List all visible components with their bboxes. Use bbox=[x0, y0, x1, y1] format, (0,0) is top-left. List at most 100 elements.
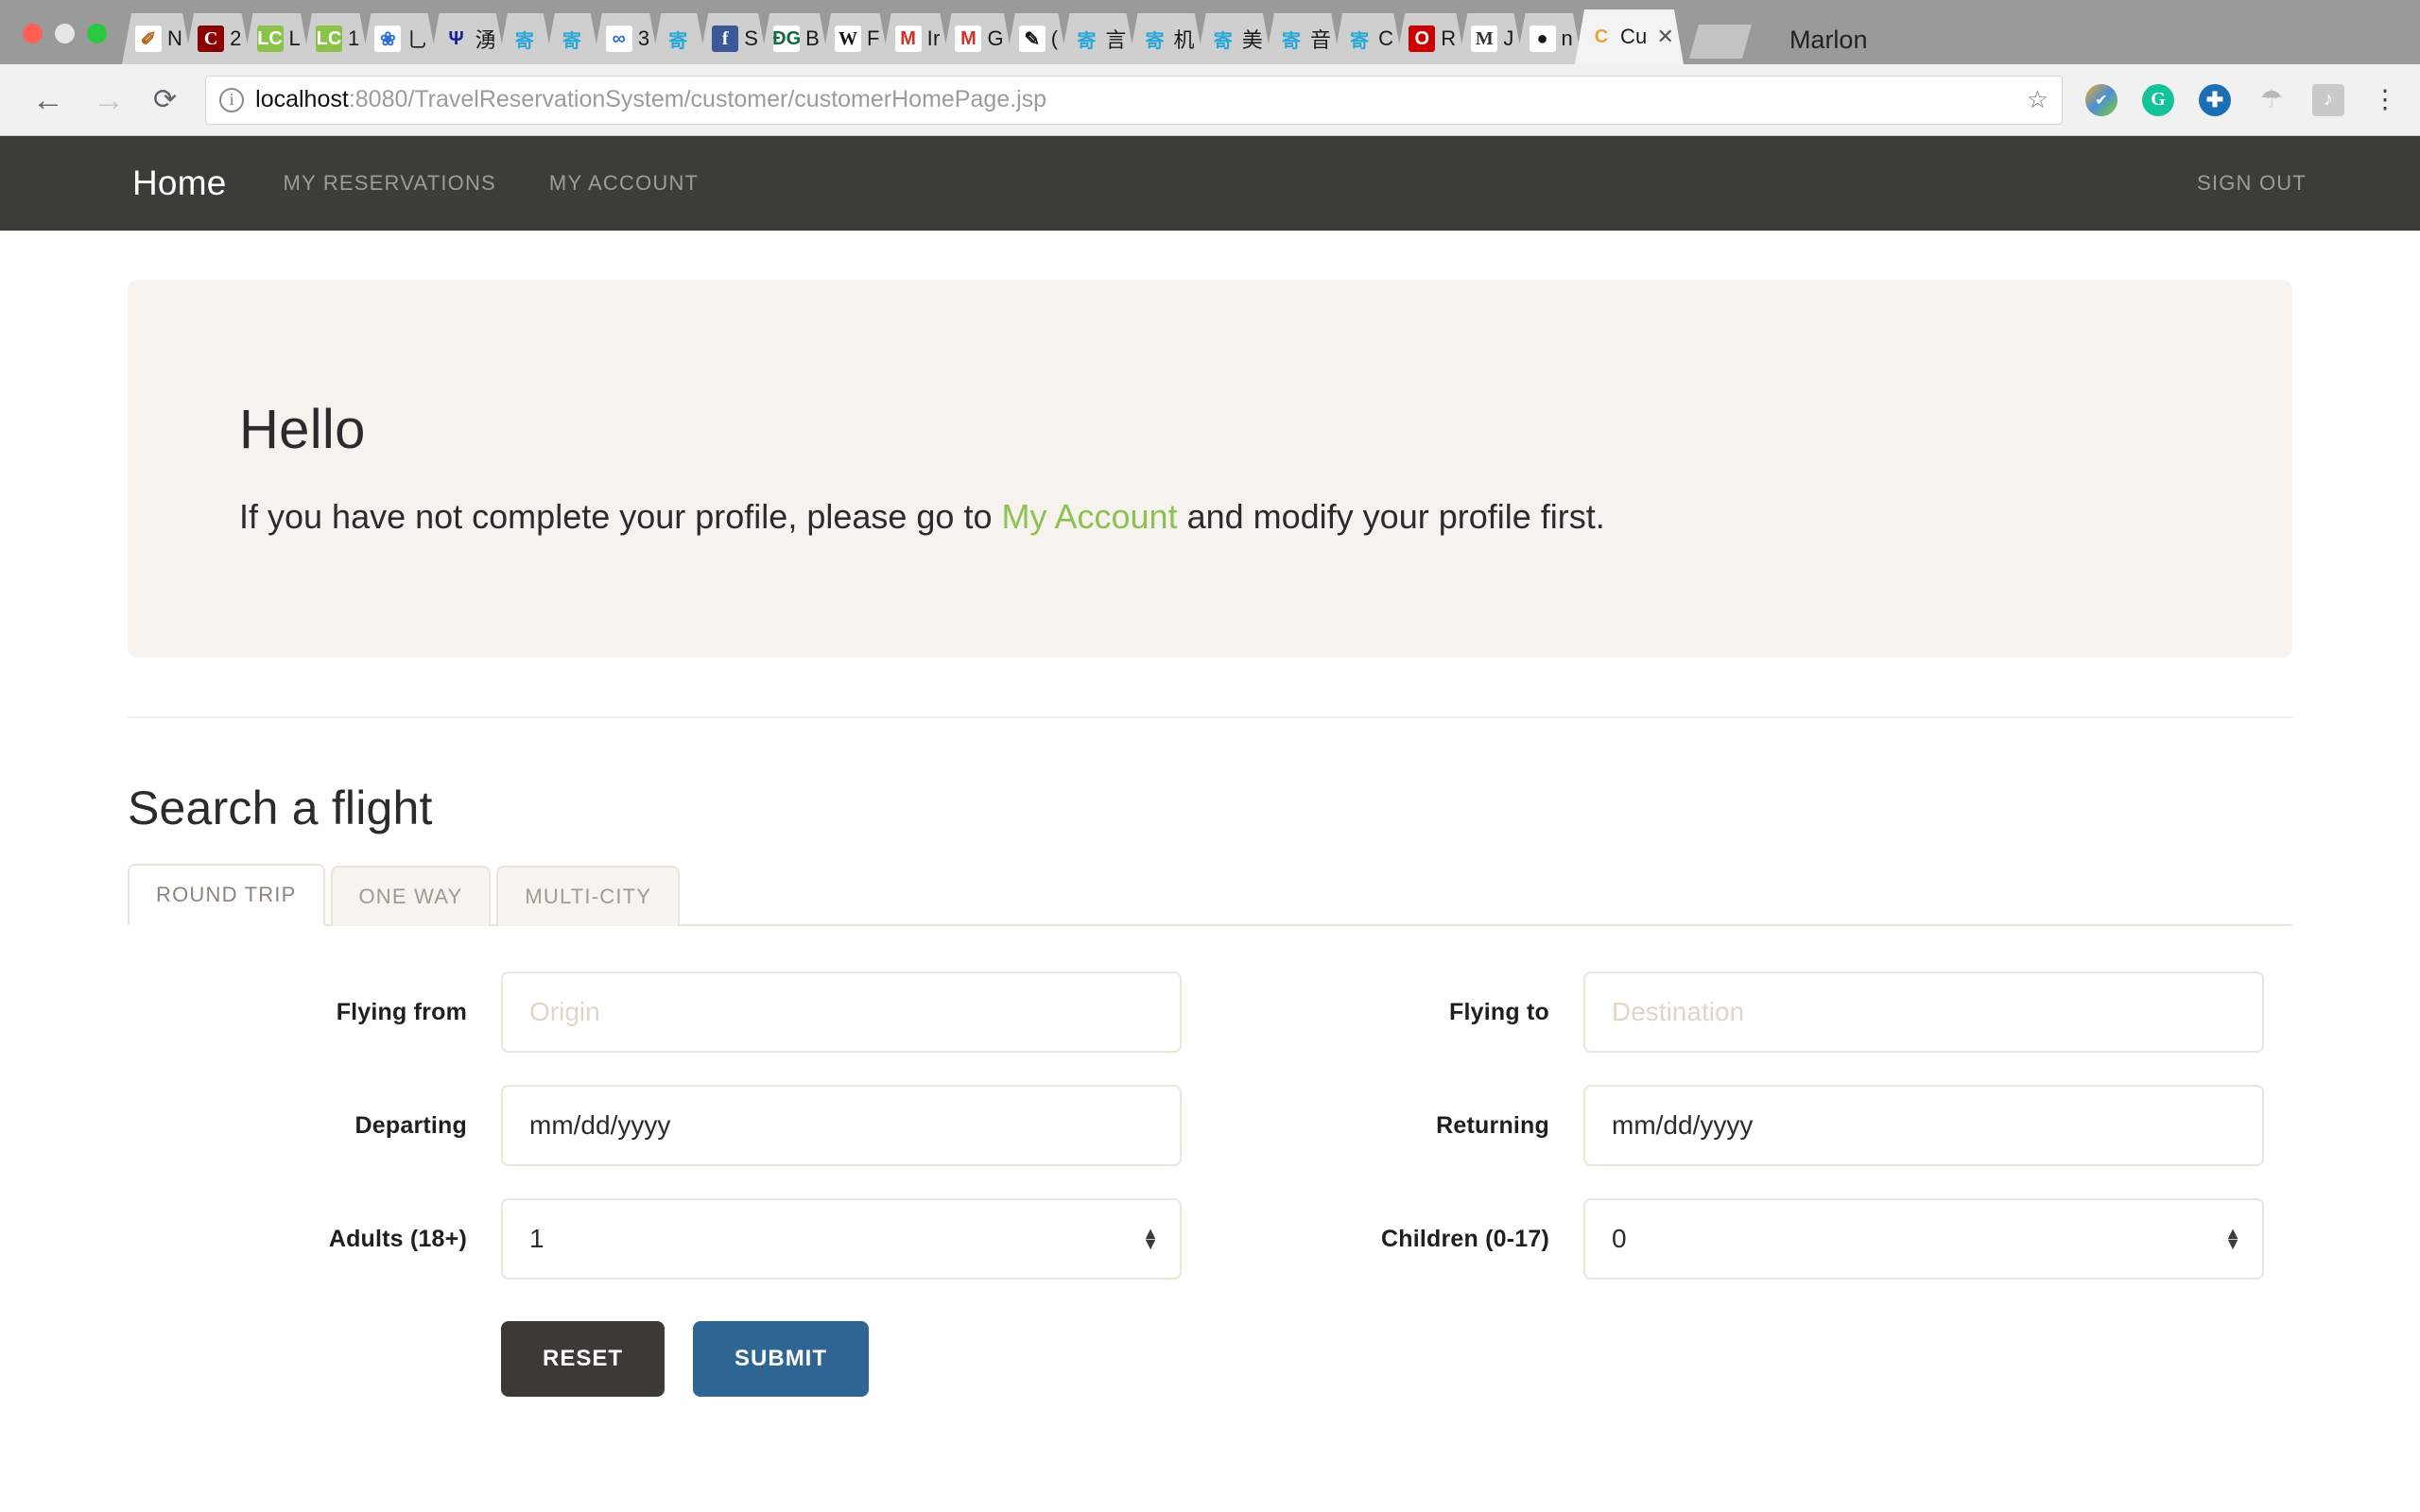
nav-item-my-account[interactable]: MY ACCOUNT bbox=[549, 171, 699, 196]
stepper-arrows-icon[interactable]: ▲ ▼ bbox=[1142, 1225, 1159, 1252]
tab-one-way[interactable]: ONE WAY bbox=[330, 866, 492, 926]
grammarly-extension-icon[interactable]: G bbox=[2142, 83, 2174, 116]
address-bar[interactable]: i localhost:8080/TravelReservationSystem… bbox=[205, 75, 2063, 125]
select-adults[interactable]: 1 ▲ ▼ bbox=[501, 1198, 1182, 1280]
select-children[interactable]: 0 ▲ ▼ bbox=[1583, 1198, 2264, 1280]
browser-tab[interactable]: LC 1 bbox=[302, 13, 369, 64]
browser-tab-label: 2 bbox=[230, 26, 242, 50]
close-window-button[interactable] bbox=[23, 24, 43, 43]
bookmark-star-icon[interactable]: ☆ bbox=[2027, 85, 2048, 114]
browser-tab[interactable]: 寄音 bbox=[1265, 13, 1340, 64]
zhihu-icon: 寄 bbox=[1350, 30, 1370, 52]
browser-tab[interactable]: fS bbox=[699, 13, 768, 64]
browser-tab-label: 湧 bbox=[475, 28, 496, 52]
browser-tab[interactable]: Ψ湧 bbox=[430, 13, 506, 64]
address-bar-url: localhost:8080/TravelReservationSystem/c… bbox=[255, 86, 1046, 113]
reset-button[interactable]: RESET bbox=[501, 1321, 666, 1397]
add-extension-icon[interactable]: ✚ bbox=[2199, 83, 2231, 116]
window-traffic-lights bbox=[8, 24, 122, 64]
my-account-link[interactable]: My Account bbox=[1001, 497, 1177, 536]
parachute-extension-icon[interactable]: ☂ bbox=[2256, 84, 2288, 116]
form-row-dates: Departing mm/dd/yyyy Returning mm/dd/yyy… bbox=[128, 1085, 2292, 1166]
browser-tab-label: 机 bbox=[1173, 28, 1195, 52]
browser-tab[interactable]: MJ bbox=[1458, 13, 1523, 64]
browser-tab[interactable]: LC L bbox=[244, 13, 310, 64]
browser-tab[interactable]: ● n bbox=[1516, 13, 1582, 64]
browser-tab[interactable]: ❀ 乚 bbox=[361, 13, 437, 64]
browser-tab[interactable]: WF bbox=[821, 13, 890, 64]
input-flying-to[interactable]: Destination bbox=[1583, 971, 2264, 1053]
chrome-menu-icon[interactable]: ⋮ bbox=[2369, 84, 2401, 116]
leetcode-icon: LC bbox=[316, 26, 342, 52]
browser-tab[interactable]: 寄美 bbox=[1197, 13, 1272, 64]
browser-tab[interactable]: 寄言 bbox=[1060, 13, 1135, 64]
browser-toolbar: ← → ⟳ i localhost:8080/TravelReservation… bbox=[0, 64, 2420, 136]
stepper-arrows-icon[interactable]: ▲ ▼ bbox=[2224, 1225, 2241, 1252]
greeting-message: If you have not complete your profile, p… bbox=[239, 495, 2181, 540]
browser-tab-label: F bbox=[867, 26, 880, 50]
tab-round-trip[interactable]: ROUND TRIP bbox=[128, 864, 325, 926]
submit-button[interactable]: SUBMIT bbox=[693, 1321, 870, 1397]
pen-icon: ✎ bbox=[1019, 26, 1046, 52]
label-flying-to: Flying to bbox=[1449, 998, 1549, 1025]
browser-tab[interactable]: C2 bbox=[184, 13, 251, 64]
browser-tab[interactable]: 寄 bbox=[545, 13, 600, 64]
select-adults-value: 1 bbox=[529, 1224, 544, 1253]
label-returning: Returning bbox=[1436, 1111, 1549, 1139]
greeting-jumbotron: Hello If you have not complete your prof… bbox=[128, 280, 2292, 658]
sign-out-link[interactable]: SIGN OUT bbox=[2197, 171, 2307, 195]
maximize-window-button[interactable] bbox=[87, 24, 107, 43]
new-tab-button[interactable] bbox=[1689, 25, 1752, 59]
url-path: :8080/TravelReservationSystem/customer/c… bbox=[348, 86, 1047, 112]
browser-tab-label: n bbox=[1561, 26, 1573, 50]
browser-tab[interactable]: MG bbox=[942, 13, 1012, 64]
browser-tab[interactable]: 寄C bbox=[1333, 13, 1403, 64]
site-info-icon[interactable]: i bbox=[219, 87, 245, 112]
tab-multi-city[interactable]: MULTI-CITY bbox=[496, 866, 681, 926]
browser-tab[interactable]: 寄 bbox=[498, 13, 553, 64]
input-flying-from[interactable]: Origin bbox=[501, 971, 1182, 1053]
browser-tab[interactable]: 寄机 bbox=[1129, 13, 1204, 64]
browser-profile-name[interactable]: Marlon bbox=[1789, 26, 1868, 55]
minimize-window-button[interactable] bbox=[55, 24, 75, 43]
select-children-value: 0 bbox=[1612, 1224, 1627, 1253]
navbar-right: SIGN OUT bbox=[2197, 171, 2420, 196]
reload-icon[interactable]: ⟳ bbox=[153, 85, 177, 114]
forward-icon[interactable]: → bbox=[93, 84, 125, 116]
leetcode-icon: LC bbox=[257, 26, 284, 52]
facebook-icon: f bbox=[712, 26, 738, 52]
back-icon[interactable]: ← bbox=[32, 84, 64, 116]
browser-tab-label: 1 bbox=[347, 26, 360, 50]
nav-item-my-reservations[interactable]: MY RESERVATIONS bbox=[284, 171, 496, 196]
label-flying-from: Flying from bbox=[336, 998, 467, 1025]
browser-chrome: ✐ N C 2 LC L LC 1 ❀ 乚 Ψ 湧寄寄 ∞ 3 寄 f S ĐG B W F M Ir M G ✎(寄言寄机寄美寄… bbox=[0, 0, 2420, 136]
browser-tabstrip: ✐ N C 2 LC L LC 1 ❀ 乚 Ψ 湧寄寄 ∞ 3 寄 f S ĐG B W F M Ir M G ✎(寄言寄机寄美寄… bbox=[0, 0, 2420, 64]
screenshot-extension-icon[interactable]: ♪ bbox=[2312, 83, 2344, 116]
form-row-locations: Flying from Origin Flying to Destination bbox=[128, 971, 2292, 1053]
browser-tab[interactable]: ✎( bbox=[1006, 13, 1068, 64]
browser-tab[interactable]: ✐ N bbox=[122, 13, 192, 64]
browser-tab-label: 言 bbox=[1105, 28, 1127, 52]
browser-tab[interactable]: ∞ 3 bbox=[593, 13, 659, 64]
browser-tab[interactable]: ĐG B bbox=[760, 13, 829, 64]
zhihu-icon: 寄 bbox=[514, 30, 534, 52]
browser-tab-label: 3 bbox=[637, 26, 650, 50]
browser-tab[interactable]: OR bbox=[1395, 13, 1465, 64]
medium-icon: M bbox=[1471, 26, 1497, 52]
notebook-icon: ✐ bbox=[135, 26, 162, 52]
input-departing-date[interactable]: mm/dd/yyyy bbox=[501, 1085, 1182, 1166]
baidu-icon: ❀ bbox=[374, 26, 401, 52]
browser-tab[interactable]: M Ir bbox=[882, 13, 950, 64]
input-returning-date[interactable]: mm/dd/yyyy bbox=[1583, 1085, 2264, 1166]
colorzilla-extension-icon[interactable]: ✔ bbox=[2085, 83, 2118, 116]
psi-icon: Ψ bbox=[448, 27, 464, 49]
browser-tab[interactable]: C Cu ✕ bbox=[1575, 9, 1684, 64]
browser-tab-label: Ir bbox=[926, 26, 941, 50]
browser-tab-label: J bbox=[1503, 26, 1514, 50]
zhihu-icon: 寄 bbox=[562, 30, 581, 52]
flight-search-form: Flying from Origin Flying to Destination… bbox=[128, 926, 2292, 1397]
close-tab-icon[interactable]: ✕ bbox=[1657, 25, 1674, 49]
browser-tab[interactable]: 寄 bbox=[651, 13, 706, 64]
url-host: localhost bbox=[255, 86, 349, 112]
navbar-brand-home[interactable]: Home bbox=[132, 163, 227, 203]
